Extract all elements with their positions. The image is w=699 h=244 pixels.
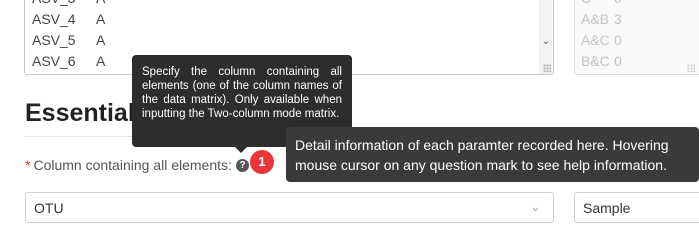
elements-column-select[interactable]: OTU ⌄	[25, 192, 554, 223]
question-mark-icon[interactable]: ?	[236, 159, 249, 172]
list-item: B&C 0	[581, 53, 622, 69]
sample-column-select[interactable]: Sample	[574, 192, 699, 223]
chevron-down-icon[interactable]: ⌄	[542, 37, 550, 47]
help-tooltip-text: Specify the column containing all elemen…	[142, 66, 342, 120]
chevron-down-icon: ⌄	[530, 199, 541, 214]
tour-tooltip-text: Detail information of each paramter reco…	[295, 137, 669, 173]
resize-handle-icon	[687, 64, 695, 72]
list-item: C0	[581, 0, 622, 6]
resize-handle-icon[interactable]	[543, 64, 551, 72]
elements-column-label: * Column containing all elements:	[25, 157, 232, 173]
list-item: ASV_4 A	[32, 11, 106, 27]
list-item: ASV_6 A	[32, 53, 106, 69]
tour-step-badge[interactable]: 1	[250, 150, 274, 174]
select-value: OTU	[34, 200, 64, 216]
required-marker: *	[25, 157, 31, 173]
field-label-text: Column containing all elements:	[33, 157, 232, 173]
tour-tooltip: Detail information of each paramter reco…	[286, 127, 699, 182]
list-item: ASV_3A	[32, 0, 105, 6]
comparison-textarea: C0 A&B3 A&C0 B&C0	[574, 0, 699, 75]
section-title: Essential	[25, 99, 135, 127]
list-item: A&C 0	[581, 32, 622, 48]
select-value: Sample	[583, 200, 631, 216]
list-item: A&B 3	[581, 11, 622, 27]
list-item: ASV_5 A	[32, 32, 106, 48]
